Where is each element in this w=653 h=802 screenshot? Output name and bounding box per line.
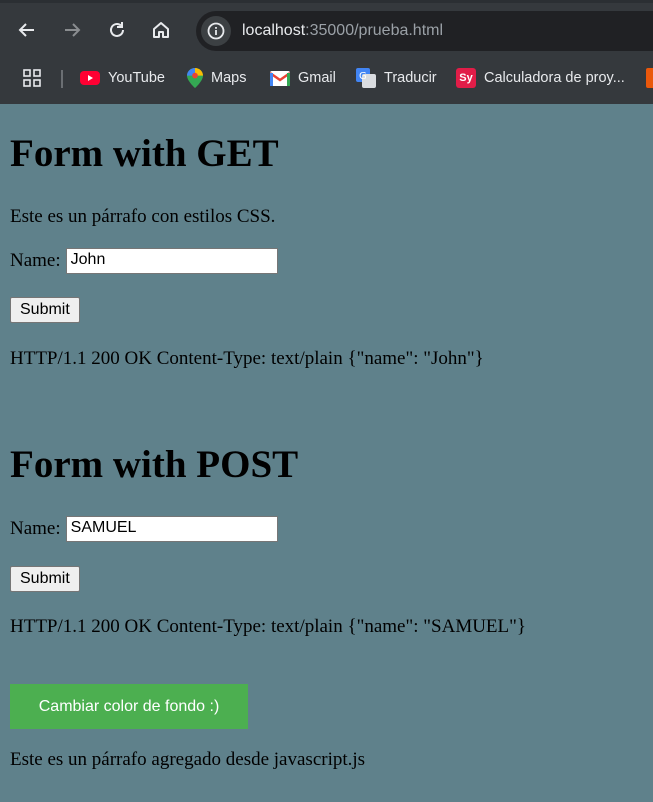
forward-button[interactable] — [58, 16, 86, 44]
bookmark-calculadora[interactable]: Sy Calculadora de proy... — [456, 64, 625, 92]
get-submit-button[interactable]: Submit — [10, 297, 80, 323]
post-form-title: Form with POST — [10, 443, 299, 486]
svg-text:G: G — [359, 71, 367, 82]
home-icon — [153, 22, 169, 38]
maps-icon — [187, 68, 203, 88]
home-button[interactable] — [147, 16, 175, 44]
apps-grid-icon — [23, 69, 41, 87]
get-form-title: Form with GET — [10, 132, 279, 175]
youtube-icon — [80, 71, 100, 85]
bookmark-label: YouTube — [108, 70, 165, 86]
back-arrow-icon — [18, 23, 34, 37]
info-icon — [207, 22, 225, 40]
reload-icon — [110, 22, 124, 37]
gmail-icon — [270, 70, 290, 86]
translate-icon: G — [356, 68, 376, 88]
bookmark-label: Maps — [211, 70, 247, 86]
bookmark-label: Traducir — [384, 70, 437, 86]
post-name-row: Name: SAMUEL — [10, 516, 278, 542]
sy-icon: Sy — [456, 68, 476, 88]
js-paragraph: Este es un párrafo agregado desde javasc… — [10, 749, 366, 770]
forward-arrow-icon — [65, 23, 81, 37]
bookmark-overflow[interactable] — [646, 64, 653, 92]
bookmark-label: Gmail — [298, 70, 336, 86]
get-name-input[interactable]: John — [65, 248, 278, 274]
bookmarks-separator — [61, 70, 63, 88]
url-text: localhost:35000/prueba.html — [242, 22, 443, 40]
post-submit-button[interactable]: Submit — [10, 566, 80, 592]
bookmark-traducir[interactable]: G Traducir — [356, 64, 437, 92]
partial-bookmark-icon — [646, 68, 653, 88]
back-button[interactable] — [13, 16, 41, 44]
browser-toolbar: localhost:35000/prueba.html — [0, 0, 653, 64]
bookmarks-bar: YouTube Maps Gmail G Traducir Sy Calcula… — [0, 64, 653, 104]
post-name-input[interactable]: SAMUEL — [65, 516, 278, 542]
change-background-button[interactable]: Cambiar color de fondo :) — [10, 684, 248, 729]
post-response-text: HTTP/1.1 200 OK Content-Type: text/plain… — [10, 616, 527, 637]
url-path: :35000/prueba.html — [305, 22, 444, 39]
post-name-label: Name: — [10, 518, 61, 539]
bookmark-label: Calculadora de proy... — [484, 70, 625, 86]
address-bar[interactable]: localhost:35000/prueba.html — [196, 11, 653, 51]
apps-button[interactable] — [23, 64, 41, 92]
get-name-label: Name: — [10, 250, 61, 271]
url-host: localhost — [242, 22, 306, 39]
get-response-text: HTTP/1.1 200 OK Content-Type: text/plain… — [10, 348, 484, 369]
get-name-row: Name: John — [10, 248, 278, 274]
bookmark-youtube[interactable]: YouTube — [80, 64, 165, 92]
site-info-button[interactable] — [201, 16, 231, 46]
reload-button[interactable] — [103, 16, 131, 44]
bookmark-gmail[interactable]: Gmail — [270, 64, 336, 92]
bookmark-maps[interactable]: Maps — [187, 64, 246, 92]
css-paragraph: Este es un párrafo con estilos CSS. — [10, 206, 276, 227]
